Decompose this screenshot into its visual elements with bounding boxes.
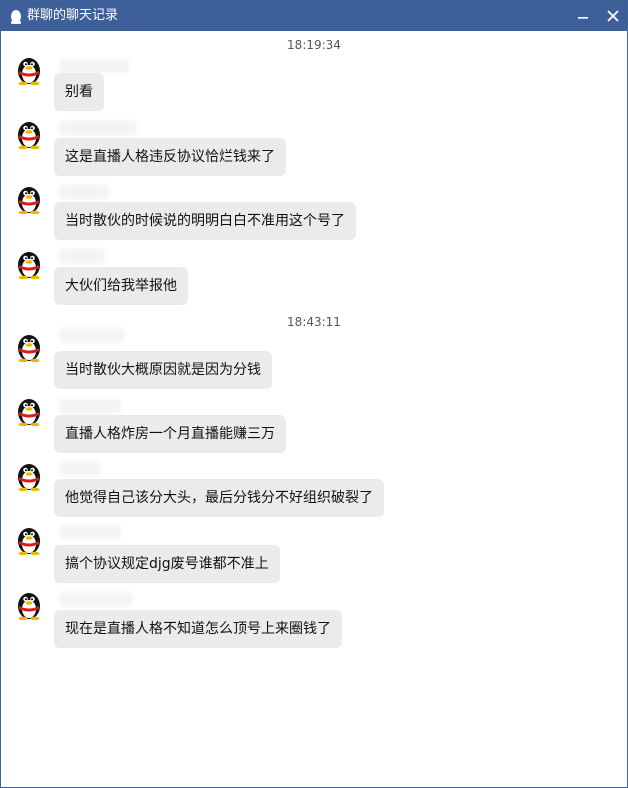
message-bubble: 当时散伙的时候说的明明白白不准用这个号了 — [54, 202, 356, 240]
qq-penguin-avatar-icon[interactable] — [15, 184, 43, 214]
chat-message-list[interactable]: 18:19:34 18:43:11 别看 这是直播人格违反协议恰烂钱来了 当时散… — [1, 31, 627, 787]
message-bubble: 这是直播人格违反协议恰烂钱来了 — [54, 138, 286, 176]
sender-name-blurred — [59, 328, 125, 342]
qq-penguin-avatar-icon[interactable] — [15, 461, 43, 491]
qq-penguin-avatar-icon[interactable] — [15, 249, 43, 279]
message-bubble: 大伙们给我举报他 — [54, 267, 188, 305]
close-icon — [607, 10, 619, 22]
minimize-icon — [578, 17, 588, 19]
message-bubble: 他觉得自己该分大头，最后分钱分不好组织破裂了 — [54, 479, 384, 517]
sender-name-blurred — [59, 59, 129, 73]
qq-penguin-avatar-icon[interactable] — [15, 55, 43, 85]
timestamp: 18:19:34 — [287, 38, 341, 52]
qq-penguin-avatar-icon[interactable] — [15, 525, 43, 555]
message-bubble: 当时散伙大概原因就是因为分钱 — [54, 351, 272, 389]
sender-name-blurred — [59, 525, 121, 539]
qq-penguin-avatar-icon[interactable] — [15, 590, 43, 620]
qq-penguin-avatar-icon[interactable] — [15, 119, 43, 149]
chat-history-window: 群聊的聊天记录 18:19:34 18:43:11 别看 这是直播人格违反协议恰… — [0, 0, 628, 788]
sender-name-blurred — [59, 185, 109, 199]
message-bubble: 别看 — [54, 73, 104, 111]
qq-penguin-icon — [11, 10, 21, 24]
sender-name-blurred — [59, 249, 105, 263]
sender-name-blurred — [59, 121, 137, 135]
sender-name-blurred — [59, 462, 101, 476]
title-bar[interactable]: 群聊的聊天记录 — [1, 1, 627, 31]
message-bubble: 搞个协议规定djg废号谁都不准上 — [54, 545, 280, 583]
sender-name-blurred — [59, 592, 133, 606]
message-bubble: 现在是直播人格不知道怎么顶号上来圈钱了 — [54, 610, 342, 648]
close-button[interactable] — [598, 1, 627, 31]
qq-penguin-avatar-icon[interactable] — [15, 396, 43, 426]
sender-name-blurred — [59, 399, 121, 413]
message-bubble: 直播人格炸房一个月直播能赚三万 — [54, 415, 286, 453]
minimize-button[interactable] — [568, 1, 598, 31]
qq-penguin-avatar-icon[interactable] — [15, 332, 43, 362]
window-title: 群聊的聊天记录 — [27, 8, 119, 23]
